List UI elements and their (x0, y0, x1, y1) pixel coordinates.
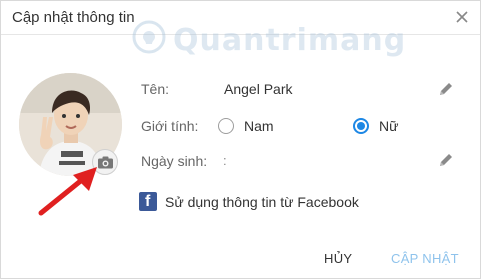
gender-option-male[interactable]: Nam (244, 118, 274, 134)
gender-radio-female[interactable] (353, 118, 369, 134)
name-label: Tên: (141, 81, 170, 97)
update-info-dialog: Cập nhật thông tin Quantrimang Tên: Ange… (0, 0, 481, 279)
facebook-icon: f (139, 192, 157, 211)
gender-radio-male[interactable] (218, 118, 234, 134)
cancel-button[interactable]: HỦY (324, 251, 352, 266)
update-button[interactable]: CẬP NHẬT (391, 251, 459, 266)
watermark-bulb-icon (132, 20, 166, 54)
dialog-title: Cập nhật thông tin (12, 9, 135, 26)
gender-label: Giới tính: (141, 118, 199, 134)
gender-option-female[interactable]: Nữ (379, 118, 398, 134)
dob-value[interactable]: : (223, 153, 227, 168)
watermark-logo: Quantrimang (129, 13, 405, 63)
edit-dob-pencil-icon[interactable] (438, 152, 454, 168)
watermark-text: Quantrimang (173, 23, 407, 58)
red-arrow-annotation (38, 167, 97, 216)
dob-label: Ngày sinh: (141, 153, 208, 169)
name-value: Angel Park (224, 81, 293, 97)
edit-name-pencil-icon[interactable] (438, 81, 454, 97)
close-icon[interactable] (452, 7, 472, 27)
use-facebook-info-label: Sử dụng thông tin từ Facebook (165, 194, 359, 210)
